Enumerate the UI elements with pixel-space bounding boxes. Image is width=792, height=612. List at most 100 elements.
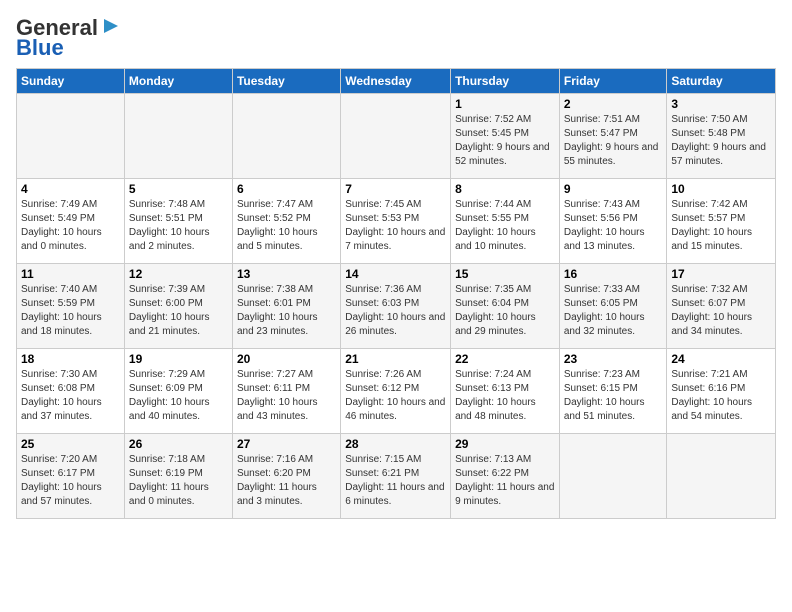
calendar-cell: 25 Sunrise: 7:20 AMSunset: 6:17 PMDayligh… xyxy=(17,434,125,519)
calendar-cell: 5 Sunrise: 7:48 AMSunset: 5:51 PMDaylight… xyxy=(124,179,232,264)
week-row-1: 1 Sunrise: 7:52 AMSunset: 5:45 PMDaylight… xyxy=(17,94,776,179)
day-info: Sunrise: 7:13 AMSunset: 6:22 PMDaylight:… xyxy=(455,453,555,509)
day-info: Sunrise: 7:26 AMSunset: 6:12 PMDaylight:… xyxy=(345,368,446,424)
calendar-cell: 20 Sunrise: 7:27 AMSunset: 6:11 PMDayligh… xyxy=(232,349,340,434)
calendar-cell: 13 Sunrise: 7:38 AMSunset: 6:01 PMDayligh… xyxy=(232,264,340,349)
calendar-cell xyxy=(341,94,451,179)
day-number: 27 xyxy=(237,437,336,451)
calendar-cell: 8 Sunrise: 7:44 AMSunset: 5:55 PMDaylight… xyxy=(451,179,560,264)
calendar-cell: 14 Sunrise: 7:36 AMSunset: 6:03 PMDayligh… xyxy=(341,264,451,349)
day-info: Sunrise: 7:32 AMSunset: 6:07 PMDaylight:… xyxy=(671,283,771,339)
calendar-cell: 27Sunrise: 7:16 AMSunset: 6:20 PMDayligh… xyxy=(232,434,340,519)
day-number: 28 xyxy=(345,437,446,451)
day-number: 1 xyxy=(455,97,555,111)
header-row: SundayMondayTuesdayWednesdayThursdayFrid… xyxy=(17,69,776,94)
day-info: Sunrise: 7:52 AMSunset: 5:45 PMDaylight:… xyxy=(455,113,555,169)
day-number: 4 xyxy=(21,182,120,196)
week-row-5: 25 Sunrise: 7:20 AMSunset: 6:17 PMDayligh… xyxy=(17,434,776,519)
day-info: Sunrise: 7:24 AMSunset: 6:13 PMDaylight:… xyxy=(455,368,555,424)
calendar-cell xyxy=(559,434,667,519)
logo-text-block: General Blue xyxy=(16,16,122,60)
day-number: 20 xyxy=(237,352,336,366)
calendar-cell: 6 Sunrise: 7:47 AMSunset: 5:52 PMDaylight… xyxy=(232,179,340,264)
calendar-cell: 9Sunrise: 7:43 AMSunset: 5:56 PMDaylight… xyxy=(559,179,667,264)
day-number: 17 xyxy=(671,267,771,281)
day-number: 15 xyxy=(455,267,555,281)
day-info: Sunrise: 7:20 AMSunset: 6:17 PMDaylight:… xyxy=(21,453,120,509)
calendar-cell: 7 Sunrise: 7:45 AMSunset: 5:53 PMDaylight… xyxy=(341,179,451,264)
day-number: 5 xyxy=(129,182,228,196)
calendar-cell xyxy=(17,94,125,179)
calendar-cell: 26 Sunrise: 7:18 AMSunset: 6:19 PMDayligh… xyxy=(124,434,232,519)
day-number: 12 xyxy=(129,267,228,281)
calendar-cell: 28 Sunrise: 7:15 AMSunset: 6:21 PMDayligh… xyxy=(341,434,451,519)
logo-arrow-icon xyxy=(100,15,122,37)
day-info: Sunrise: 7:49 AMSunset: 5:49 PMDaylight:… xyxy=(21,198,120,254)
day-info: Sunrise: 7:39 AMSunset: 6:00 PMDaylight:… xyxy=(129,283,228,339)
calendar-cell: 4 Sunrise: 7:49 AMSunset: 5:49 PMDaylight… xyxy=(17,179,125,264)
calendar-cell: 10 Sunrise: 7:42 AMSunset: 5:57 PMDayligh… xyxy=(667,179,776,264)
day-info: Sunrise: 7:18 AMSunset: 6:19 PMDaylight:… xyxy=(129,453,228,509)
day-number: 2 xyxy=(564,97,663,111)
day-number: 14 xyxy=(345,267,446,281)
week-row-4: 18 Sunrise: 7:30 AMSunset: 6:08 PMDayligh… xyxy=(17,349,776,434)
day-number: 6 xyxy=(237,182,336,196)
day-info: Sunrise: 7:30 AMSunset: 6:08 PMDaylight:… xyxy=(21,368,120,424)
day-info: Sunrise: 7:15 AMSunset: 6:21 PMDaylight:… xyxy=(345,453,446,509)
day-info: Sunrise: 7:47 AMSunset: 5:52 PMDaylight:… xyxy=(237,198,336,254)
day-number: 22 xyxy=(455,352,555,366)
page-header: General Blue xyxy=(16,16,776,60)
day-info: Sunrise: 7:21 AMSunset: 6:16 PMDaylight:… xyxy=(671,368,771,424)
day-info: Sunrise: 7:48 AMSunset: 5:51 PMDaylight:… xyxy=(129,198,228,254)
day-number: 11 xyxy=(21,267,120,281)
calendar-cell: 2 Sunrise: 7:51 AMSunset: 5:47 PMDaylight… xyxy=(559,94,667,179)
day-number: 19 xyxy=(129,352,228,366)
calendar-cell: 17 Sunrise: 7:32 AMSunset: 6:07 PMDayligh… xyxy=(667,264,776,349)
day-info: Sunrise: 7:36 AMSunset: 6:03 PMDaylight:… xyxy=(345,283,446,339)
day-number: 16 xyxy=(564,267,663,281)
calendar-table: SundayMondayTuesdayWednesdayThursdayFrid… xyxy=(16,68,776,519)
header-day-monday: Monday xyxy=(124,69,232,94)
calendar-cell: 12 Sunrise: 7:39 AMSunset: 6:00 PMDayligh… xyxy=(124,264,232,349)
header-day-thursday: Thursday xyxy=(451,69,560,94)
day-info: Sunrise: 7:51 AMSunset: 5:47 PMDaylight:… xyxy=(564,113,663,169)
day-info: Sunrise: 7:35 AMSunset: 6:04 PMDaylight:… xyxy=(455,283,555,339)
day-info: Sunrise: 7:50 AMSunset: 5:48 PMDaylight:… xyxy=(671,113,771,169)
header-day-sunday: Sunday xyxy=(17,69,125,94)
logo-line2: Blue xyxy=(16,35,64,60)
calendar-cell xyxy=(667,434,776,519)
day-info: Sunrise: 7:44 AMSunset: 5:55 PMDaylight:… xyxy=(455,198,555,254)
calendar-cell: 19Sunrise: 7:29 AMSunset: 6:09 PMDayligh… xyxy=(124,349,232,434)
calendar-cell: 24Sunrise: 7:21 AMSunset: 6:16 PMDayligh… xyxy=(667,349,776,434)
day-number: 10 xyxy=(671,182,771,196)
calendar-cell: 18 Sunrise: 7:30 AMSunset: 6:08 PMDayligh… xyxy=(17,349,125,434)
calendar-cell: 21 Sunrise: 7:26 AMSunset: 6:12 PMDayligh… xyxy=(341,349,451,434)
day-number: 3 xyxy=(671,97,771,111)
day-info: Sunrise: 7:42 AMSunset: 5:57 PMDaylight:… xyxy=(671,198,771,254)
day-number: 7 xyxy=(345,182,446,196)
day-info: Sunrise: 7:38 AMSunset: 6:01 PMDaylight:… xyxy=(237,283,336,339)
day-number: 18 xyxy=(21,352,120,366)
day-info: Sunrise: 7:23 AMSunset: 6:15 PMDaylight:… xyxy=(564,368,663,424)
day-number: 26 xyxy=(129,437,228,451)
calendar-body: 1 Sunrise: 7:52 AMSunset: 5:45 PMDaylight… xyxy=(17,94,776,519)
day-info: Sunrise: 7:40 AMSunset: 5:59 PMDaylight:… xyxy=(21,283,120,339)
calendar-cell: 29 Sunrise: 7:13 AMSunset: 6:22 PMDayligh… xyxy=(451,434,560,519)
day-number: 13 xyxy=(237,267,336,281)
calendar-header: SundayMondayTuesdayWednesdayThursdayFrid… xyxy=(17,69,776,94)
day-number: 21 xyxy=(345,352,446,366)
day-number: 8 xyxy=(455,182,555,196)
calendar-cell: 16Sunrise: 7:33 AMSunset: 6:05 PMDayligh… xyxy=(559,264,667,349)
calendar-cell: 3 Sunrise: 7:50 AMSunset: 5:48 PMDaylight… xyxy=(667,94,776,179)
day-number: 25 xyxy=(21,437,120,451)
day-info: Sunrise: 7:43 AMSunset: 5:56 PMDaylight:… xyxy=(564,198,663,254)
calendar-cell: 22 Sunrise: 7:24 AMSunset: 6:13 PMDayligh… xyxy=(451,349,560,434)
header-day-friday: Friday xyxy=(559,69,667,94)
day-number: 29 xyxy=(455,437,555,451)
day-info: Sunrise: 7:45 AMSunset: 5:53 PMDaylight:… xyxy=(345,198,446,254)
header-day-saturday: Saturday xyxy=(667,69,776,94)
logo: General Blue xyxy=(16,16,122,60)
calendar-cell xyxy=(124,94,232,179)
day-number: 23 xyxy=(564,352,663,366)
day-info: Sunrise: 7:27 AMSunset: 6:11 PMDaylight:… xyxy=(237,368,336,424)
